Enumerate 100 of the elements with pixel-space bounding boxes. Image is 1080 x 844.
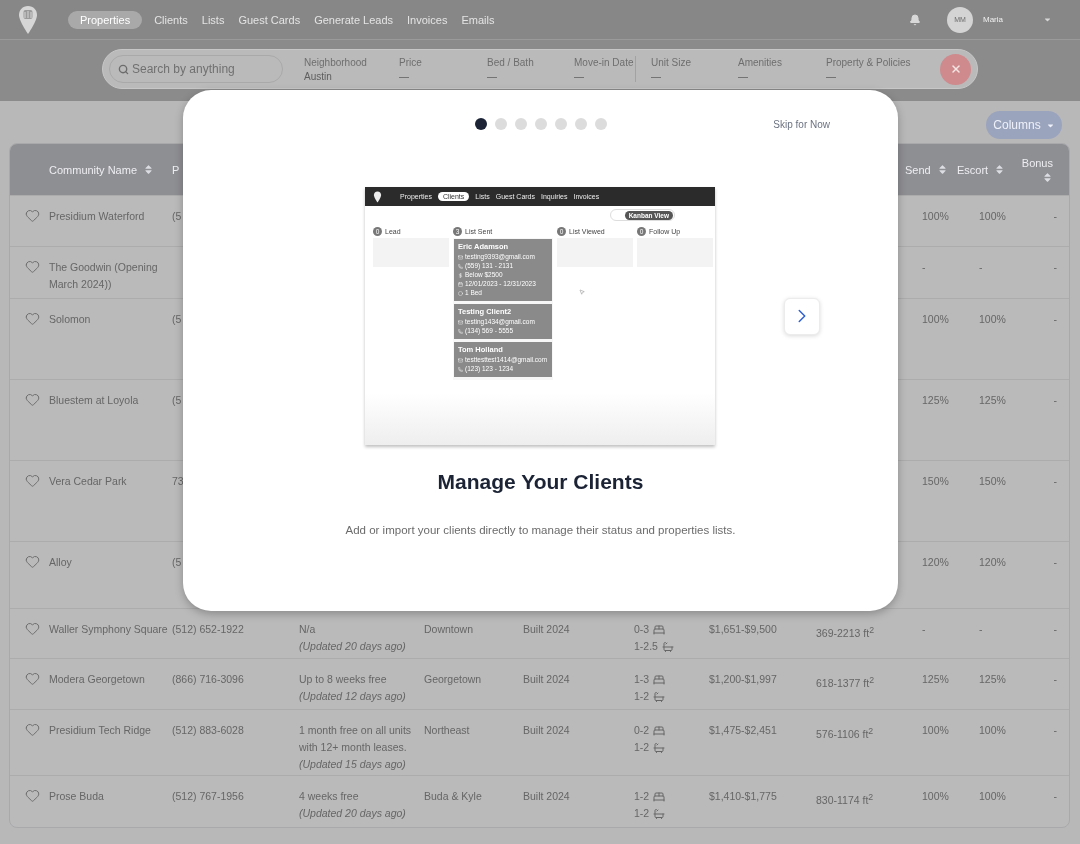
search-field[interactable]: Search by anything — [109, 55, 283, 83]
filter-label[interactable]: Neighborhood — [304, 56, 399, 68]
heart-icon[interactable] — [25, 671, 40, 686]
sort-icon[interactable] — [936, 164, 948, 175]
send-rate: 100% — [922, 723, 950, 738]
phone-number: 73 — [172, 474, 185, 489]
bed-icon — [653, 724, 666, 737]
updated-text: (Updated 20 days ago) — [299, 639, 406, 654]
escort-rate: 125% — [979, 672, 1007, 687]
column-header[interactable]: P — [172, 163, 180, 176]
heart-icon[interactable] — [25, 554, 40, 569]
heart-icon[interactable] — [25, 621, 40, 636]
bed-count: 0-2 — [634, 723, 650, 738]
phone-number: (866) 716-3096 — [172, 672, 245, 687]
sort-icon[interactable] — [994, 164, 1006, 175]
filter-label[interactable]: Unit Size — [651, 56, 738, 68]
step-dot[interactable] — [474, 118, 487, 130]
heart-icon[interactable] — [25, 788, 40, 803]
concession-text: Up to 8 weeks free — [299, 672, 387, 687]
community-name: Solomon — [49, 312, 92, 327]
price-range: $1,651-$9,500 — [709, 622, 778, 637]
nav-link[interactable]: Emails — [459, 10, 497, 29]
step-dot[interactable] — [554, 118, 567, 130]
column-header[interactable]: Bonus — [1021, 156, 1053, 169]
escort-rate: 125% — [979, 393, 1007, 408]
send-rate: 125% — [922, 393, 950, 408]
nav-link[interactable]: Invoices — [405, 10, 450, 29]
phone-number: (512) 767-1956 — [172, 789, 245, 804]
phone-number: (512) 883-6028 — [172, 723, 245, 738]
bath-icon — [653, 807, 666, 820]
phone-number: (5 — [172, 312, 183, 327]
nav-link[interactable]: Properties — [68, 10, 143, 29]
notification-bell-icon[interactable] — [909, 13, 921, 26]
close-icon — [949, 63, 962, 75]
escort-rate: 100% — [979, 312, 1007, 327]
bed-count: 1-3 — [634, 672, 650, 687]
heart-icon[interactable] — [25, 473, 40, 488]
search-icon — [118, 64, 129, 75]
column-header[interactable]: Escort — [957, 163, 989, 176]
escort-rate: 150% — [979, 474, 1007, 489]
neighborhood: Northeast — [424, 723, 471, 738]
step-dot[interactable] — [514, 118, 527, 130]
filter-label[interactable]: Amenities — [738, 56, 826, 68]
nav-link[interactable]: Guest Cards — [236, 10, 303, 29]
unit-size: 830-1174 ft$^{2}$ — [816, 790, 875, 808]
filter-label[interactable]: Property & Policies — [826, 56, 926, 68]
heart-icon[interactable] — [25, 208, 40, 223]
nav-link[interactable]: Generate Leads — [312, 10, 396, 29]
logo-icon[interactable] — [18, 4, 38, 35]
columns-button[interactable]: Columns — [986, 111, 1062, 139]
bonus-value: - — [1052, 393, 1058, 408]
community-name: Prose Buda — [49, 789, 105, 804]
column-header[interactable]: Community Name — [49, 163, 138, 176]
mail-icon — [458, 319, 463, 325]
bed-icon — [653, 623, 666, 636]
sort-icon[interactable] — [1042, 171, 1053, 183]
heart-icon[interactable] — [25, 722, 40, 737]
sort-icon[interactable] — [143, 164, 155, 175]
filter-label[interactable]: Bed / Bath — [487, 56, 574, 68]
next-button[interactable] — [784, 297, 820, 335]
bed-count: 0-3 — [634, 622, 650, 637]
updated-text: (Updated 15 days ago) — [299, 757, 406, 772]
caret-icon[interactable] — [1043, 15, 1052, 24]
filter-value: — — [574, 70, 584, 82]
filter-label[interactable]: Price — [399, 56, 487, 68]
skip-link[interactable]: Skip for Now — [773, 118, 830, 130]
step-dot[interactable] — [594, 118, 607, 130]
phone-icon — [458, 263, 463, 269]
filter-value: — — [738, 70, 748, 82]
column-header[interactable]: Send — [905, 163, 931, 176]
heart-icon[interactable] — [25, 259, 40, 274]
mail-icon — [458, 357, 463, 363]
filter-value: — — [487, 70, 497, 82]
bonus-value: - — [1052, 474, 1058, 489]
bed-icon — [653, 790, 666, 803]
circle-icon — [458, 290, 463, 296]
bonus-value: - — [1052, 209, 1058, 224]
phone-number: (5 — [172, 555, 183, 570]
clear-filters-button[interactable] — [940, 53, 971, 85]
filter-label[interactable]: Move-in Date — [574, 56, 635, 68]
bonus-value: - — [1052, 555, 1058, 570]
nav-link[interactable]: Clients — [152, 10, 190, 29]
bonus-value: - — [1052, 789, 1058, 804]
heart-icon[interactable] — [25, 311, 40, 326]
price-range: $1,475-$2,451 — [709, 723, 778, 738]
step-dot[interactable] — [494, 118, 507, 130]
nav-link[interactable]: Lists — [199, 10, 227, 29]
updated-text: (Updated 20 days ago) — [299, 806, 406, 821]
filter-value: Austin — [304, 70, 332, 82]
send-rate: 100% — [922, 789, 950, 804]
dialog-title: Manage Your Clients — [437, 469, 644, 495]
community-name: Modera Georgetown — [49, 672, 146, 687]
send-rate: 100% — [922, 209, 950, 224]
heart-icon[interactable] — [25, 392, 40, 407]
escort-rate: 100% — [979, 209, 1007, 224]
send-rate: - — [922, 260, 927, 275]
built-year: Built 2024 — [523, 622, 571, 637]
step-dot[interactable] — [574, 118, 587, 130]
send-rate: 125% — [922, 672, 950, 687]
step-dot[interactable] — [534, 118, 547, 130]
